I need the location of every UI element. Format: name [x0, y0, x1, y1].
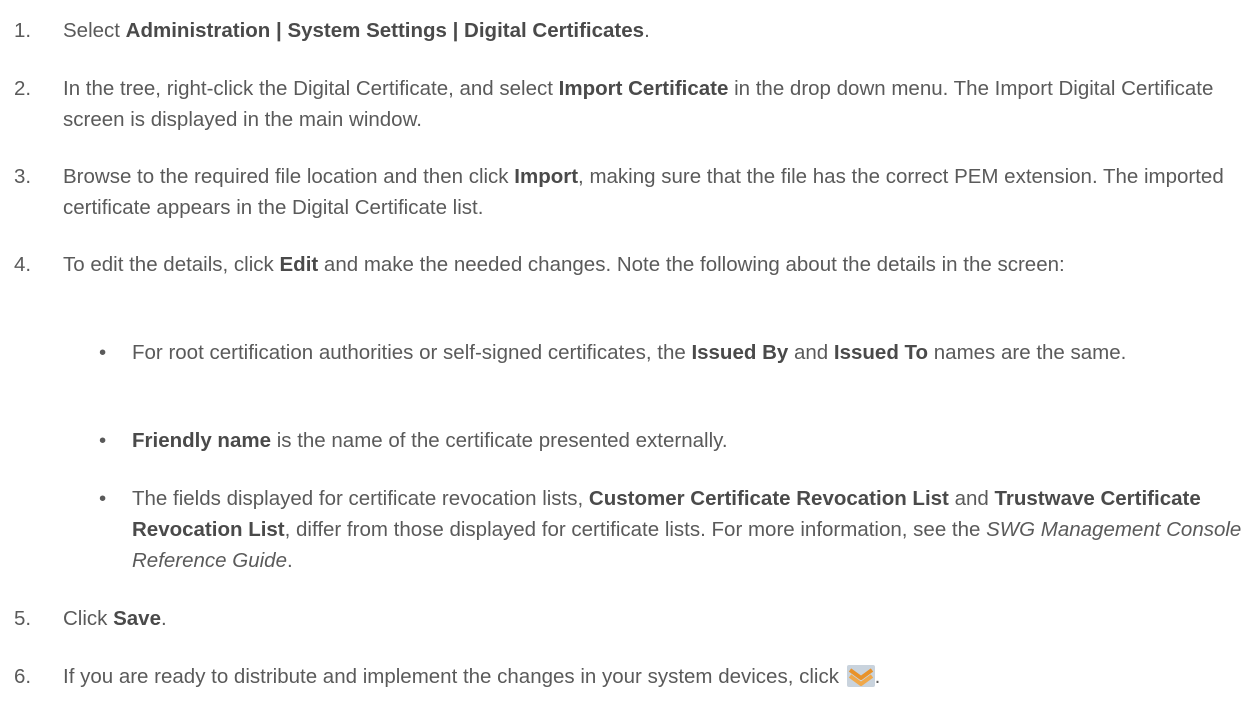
text-run: and make the needed changes. Note the fo…: [318, 253, 1065, 276]
bold-term: Issued By: [691, 341, 789, 364]
step-text: In the tree, right-click the Digital Cer…: [63, 73, 1250, 135]
text-run: , differ from those displayed for certif…: [284, 518, 987, 541]
step-1: 1. Select Administration | System Settin…: [0, 15, 1256, 46]
step-text: Click Save.: [63, 603, 1250, 634]
text-run: is the name of the certificate presented…: [271, 429, 728, 452]
step-text: Select Administration | System Settings …: [63, 15, 1250, 46]
text-run: .: [644, 19, 650, 42]
bullet-item: • Friendly name is the name of the certi…: [0, 425, 1256, 456]
step-3: 3. Browse to the required file location …: [0, 161, 1256, 223]
document: 1. Select Administration | System Settin…: [0, 0, 1256, 717]
text-run: For root certification authorities or se…: [132, 341, 692, 364]
bullet-dot: •: [99, 341, 107, 364]
text-run: In the tree, right-click the Digital Cer…: [63, 77, 559, 100]
menu-path: Administration | System Settings | Digit…: [125, 19, 645, 42]
step-number: 1.: [14, 19, 32, 42]
text-run: .: [161, 607, 167, 630]
step-5: 5. Click Save.: [0, 603, 1256, 634]
text-run: .: [874, 665, 881, 688]
step-text: If you are ready to distribute and imple…: [63, 661, 1250, 692]
bullet-dot: •: [99, 429, 107, 452]
step-number: 4.: [14, 253, 32, 276]
bullet-text: For root certification authorities or se…: [132, 337, 1250, 368]
step-text: Browse to the required file location and…: [63, 161, 1250, 223]
step-4: 4. To edit the details, click Edit and m…: [0, 249, 1256, 280]
text-run: names are the same.: [928, 341, 1127, 364]
text-run: The fields displayed for certificate rev…: [132, 487, 589, 510]
step-number: 3.: [14, 165, 32, 188]
step-text: To edit the details, click Edit and make…: [63, 249, 1250, 280]
step-number: 5.: [14, 607, 32, 630]
text-run: Browse to the required file location and…: [63, 165, 515, 188]
step-number: 2.: [14, 77, 32, 100]
step-6: 6. If you are ready to distribute and im…: [0, 661, 1256, 692]
text-run: Click: [63, 607, 114, 630]
text-run: and: [788, 341, 834, 364]
text-run: and: [948, 487, 995, 510]
text-run: .: [286, 549, 293, 572]
bold-term: Save: [113, 607, 161, 630]
bold-term: Issued To: [833, 341, 929, 364]
text-run: Select: [63, 19, 126, 42]
bullet-text: The fields displayed for certificate rev…: [132, 483, 1250, 576]
bold-term: Customer Certificate Revocation List: [588, 487, 949, 510]
commit-changes-icon: [846, 665, 875, 687]
bullet-dot: •: [99, 487, 107, 510]
bold-term: Friendly name: [132, 429, 271, 452]
bold-term: Import: [514, 165, 579, 188]
text-run: If you are ready to distribute and imple…: [63, 665, 845, 688]
bullet-item: • For root certification authorities or …: [0, 337, 1256, 368]
bold-term: Import Certificate: [558, 77, 729, 100]
bullet-item: • The fields displayed for certificate r…: [0, 483, 1256, 576]
step-number: 6.: [14, 665, 32, 688]
text-run: To edit the details, click: [63, 253, 280, 276]
bold-term: Edit: [279, 253, 319, 276]
bullet-text: Friendly name is the name of the certifi…: [132, 425, 1250, 456]
step-2: 2. In the tree, right-click the Digital …: [0, 73, 1256, 135]
